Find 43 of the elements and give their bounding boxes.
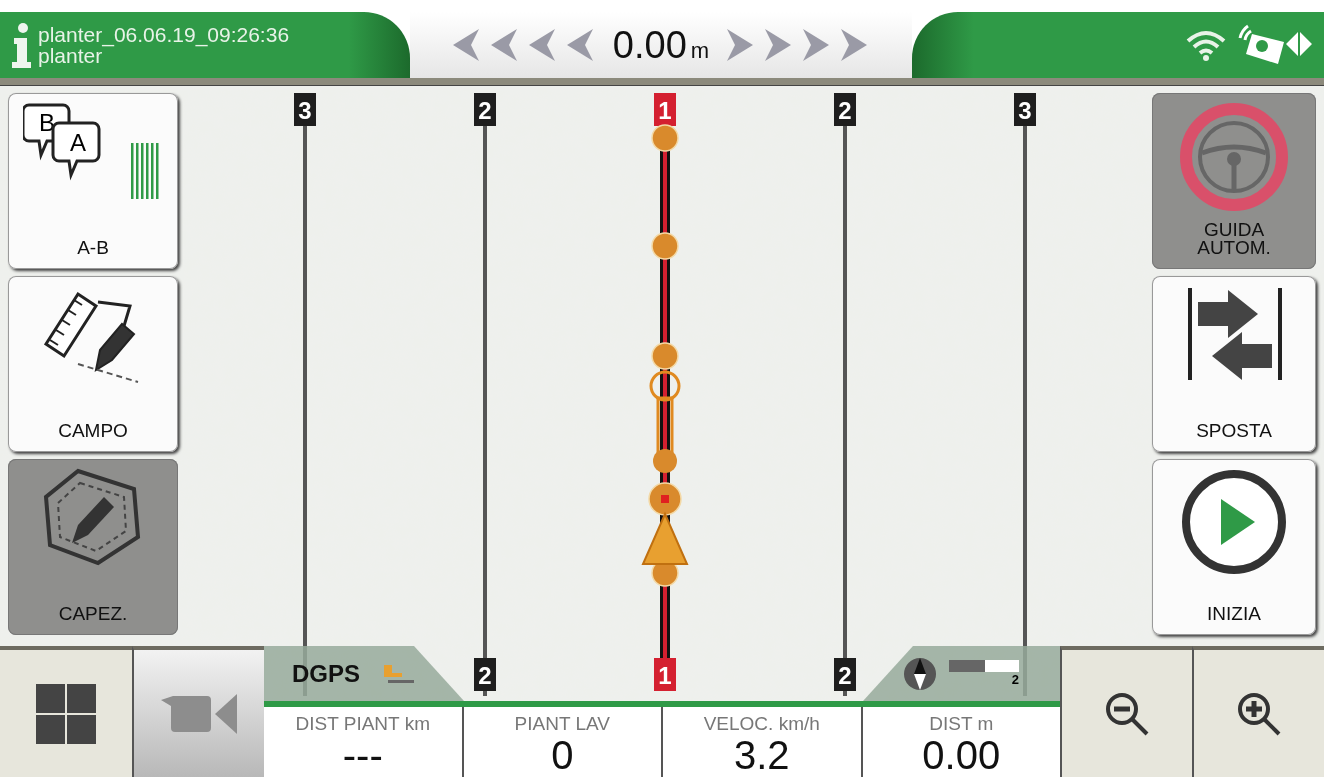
shift-button[interactable]: SPOSTA: [1152, 276, 1316, 452]
readout-value: 0: [551, 735, 574, 775]
wifi-icon: [1186, 29, 1226, 61]
offset-readout: 0.00 m: [611, 23, 711, 67]
scale-label: 2: [1011, 672, 1019, 687]
play-icon: [1179, 467, 1289, 577]
grid-icon: [36, 683, 96, 744]
line-number-tag: 2: [474, 658, 496, 691]
waypoint-dot: [651, 232, 679, 260]
line-number-tag: 3: [1014, 93, 1036, 126]
line-number-tag: 2: [834, 93, 856, 126]
readout-value: 0.00: [922, 735, 1001, 775]
info-icon: [10, 22, 32, 68]
zoom-out-icon: [1104, 690, 1150, 737]
readout-label: VELOC. km/h: [703, 713, 820, 735]
readout-value: 3.2: [733, 735, 790, 775]
line-number-tag: 3: [294, 93, 316, 126]
auto-steer-button[interactable]: GUIDA AUTOM.: [1152, 93, 1316, 269]
gps-mode-label: DGPS: [292, 659, 360, 688]
steering-wheel-icon: [1178, 101, 1290, 213]
scale-bar-icon: [949, 660, 1019, 672]
ab-line-button[interactable]: B A A-B: [8, 93, 178, 269]
line-number-tag: 1: [654, 658, 676, 691]
readout-value: ---: [342, 735, 383, 775]
start-button[interactable]: INIZIA: [1152, 459, 1316, 635]
readout-label: DIST PIANT km: [295, 713, 430, 735]
job-subtitle: planter: [38, 45, 103, 66]
video-camera-icon: [161, 691, 237, 736]
line-number-tag: 2: [474, 93, 496, 126]
grid-button[interactable]: [0, 646, 132, 777]
field-button[interactable]: CAMPO: [8, 276, 178, 452]
zoom-in-icon: [1236, 690, 1282, 737]
zoom-out-button[interactable]: [1060, 646, 1192, 777]
readout-label: DIST m: [929, 713, 994, 735]
line-number-tag: 1: [654, 93, 676, 126]
job-title: planter_06.06.19_09:26:36: [38, 24, 290, 45]
implement-icon: [382, 662, 414, 685]
waypoint-dot: [651, 342, 679, 370]
headland-button[interactable]: CAPEZ.: [8, 459, 178, 635]
line-number-tag: 2: [834, 658, 856, 691]
waypoint-dot: [651, 124, 679, 152]
readout-label: PIANT LAV: [514, 713, 610, 735]
zoom-in-button[interactable]: [1192, 646, 1324, 777]
